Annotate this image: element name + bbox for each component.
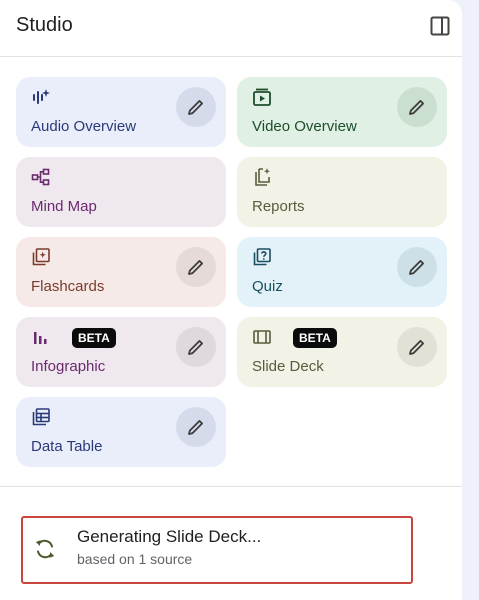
reports-sparkle-icon: [255, 168, 271, 186]
slides-icon: [253, 330, 271, 344]
pencil-icon: [188, 100, 203, 115]
mind-map-tile[interactable]: Mind Map: [16, 157, 226, 227]
slide-deck-label: Slide Deck: [252, 358, 324, 375]
quiz-icon: [253, 248, 271, 266]
pencil-icon: [409, 340, 424, 355]
pencil-icon: [409, 100, 424, 115]
pencil-icon: [409, 260, 424, 275]
mind-map-icon: [31, 168, 50, 186]
beta-badge: BETA: [72, 328, 116, 348]
slide-deck-edit-button[interactable]: [397, 327, 437, 367]
data-table-edit-button[interactable]: [176, 407, 216, 447]
collapse-panel-button[interactable]: [429, 15, 451, 37]
audio-overview-label: Audio Overview: [31, 118, 137, 135]
flashcards-edit-button[interactable]: [176, 247, 216, 287]
generating-slide-deck-item[interactable]: Generating Slide Deck... based on 1 sour…: [21, 516, 413, 584]
beta-badge: BETA: [293, 328, 337, 348]
flashcards-icon: [32, 248, 50, 266]
data-table-tile[interactable]: Data Table: [16, 397, 226, 467]
data-table-label: Data Table: [31, 438, 103, 455]
quiz-tile[interactable]: Quiz: [237, 237, 447, 307]
bar-chart-icon: [34, 332, 47, 344]
video-overview-tile[interactable]: Video Overview: [237, 77, 447, 147]
video-overview-edit-button[interactable]: [397, 87, 437, 127]
generating-title: Generating Slide Deck...: [77, 527, 262, 546]
mind-map-label: Mind Map: [31, 198, 97, 215]
infographic-label: Infographic: [31, 358, 106, 375]
flashcards-label: Flashcards: [31, 278, 105, 295]
video-overview-label: Video Overview: [252, 118, 357, 135]
audio-overview-tile[interactable]: Audio Overview: [16, 77, 226, 147]
generating-subtitle: based on 1 source: [77, 551, 193, 567]
quiz-label: Quiz: [252, 278, 283, 295]
studio-header: Studio: [0, 0, 462, 57]
infographic-edit-button[interactable]: [176, 327, 216, 367]
audio-overview-edit-button[interactable]: [176, 87, 216, 127]
pencil-icon: [188, 420, 203, 435]
sync-icon: [35, 539, 55, 559]
pencil-icon: [188, 260, 203, 275]
panel-collapse-icon: [430, 16, 450, 36]
slide-deck-tile[interactable]: BETA Slide Deck: [237, 317, 447, 387]
flashcards-tile[interactable]: Flashcards: [16, 237, 226, 307]
waveform-sparkle-icon: [33, 89, 50, 104]
reports-label: Reports: [252, 198, 305, 215]
reports-tile[interactable]: Reports: [237, 157, 447, 227]
section-divider: [0, 486, 462, 487]
quiz-edit-button[interactable]: [397, 247, 437, 287]
video-play-icon: [253, 88, 271, 106]
studio-panel: Studio Audio Overview Video Overview Min…: [0, 0, 462, 600]
infographic-tile[interactable]: BETA Infographic: [16, 317, 226, 387]
pencil-icon: [188, 340, 203, 355]
page-title: Studio: [16, 14, 73, 36]
table-icon: [32, 408, 50, 426]
